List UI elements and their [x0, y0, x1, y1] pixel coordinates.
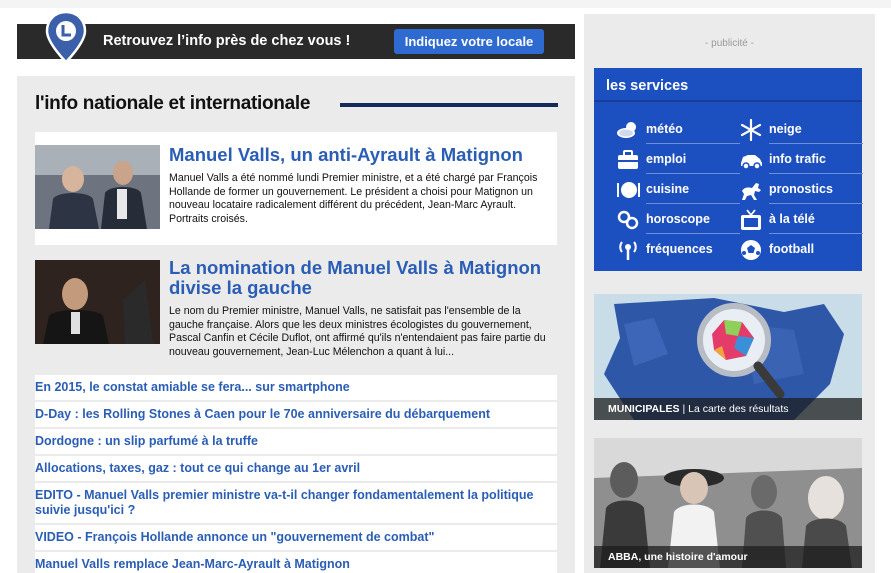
promo-municipales[interactable]: MUNICIPALES | La carte des résultats: [594, 294, 862, 420]
location-pin-icon: [45, 10, 87, 64]
service-divider: [769, 203, 863, 204]
service-divider: [646, 143, 740, 144]
service-pronostics[interactable]: pronostics: [739, 178, 863, 204]
service-neige[interactable]: neige: [739, 118, 863, 144]
locale-banner-text: Retrouvez l’info près de chez vous !: [103, 33, 351, 49]
main-news-panel: l'info nationale et internationale Manue…: [17, 76, 575, 573]
service-divider: [646, 203, 740, 204]
service-divider: [646, 173, 740, 174]
service-info-trafic[interactable]: info trafic: [739, 148, 863, 174]
service-meteo[interactable]: météo: [616, 118, 740, 144]
snowflake-icon: [740, 119, 762, 141]
headline-link[interactable]: Dordogne : un slip parfumé à la truffe: [35, 429, 557, 454]
services-title: les services: [606, 78, 689, 94]
car-icon: [741, 155, 762, 170]
article-title[interactable]: La nomination de Manuel Valls à Matignon…: [169, 258, 549, 298]
set-locale-button[interactable]: Indiquez votre locale: [394, 29, 544, 54]
services-box: les services météo neige emploi info tra…: [594, 68, 863, 271]
article-summary: Manuel Valls a été nommé lundi Premier m…: [169, 172, 538, 225]
promo-caption[interactable]: ABBA, une histoire d'amour: [594, 546, 862, 568]
service-frequences[interactable]: fréquences: [616, 238, 740, 264]
briefcase-icon: [618, 150, 638, 169]
horse-icon: [742, 183, 761, 200]
service-horoscope[interactable]: horoscope: [616, 208, 740, 234]
top-strip: [0, 0, 891, 8]
football-icon: [741, 240, 761, 260]
section-title: l'info nationale et internationale: [35, 93, 311, 114]
locale-banner: Retrouvez l’info près de chez vous ! Ind…: [17, 10, 575, 64]
headline-link[interactable]: Allocations, taxes, gaz : tout ce qui ch…: [35, 456, 557, 481]
service-divider: [769, 143, 863, 144]
cooking-icon: [617, 182, 640, 198]
radio-icon: [619, 241, 637, 260]
service-divider: [769, 173, 863, 174]
zodiac-icon: [617, 210, 639, 230]
article-title[interactable]: Manuel Valls, un anti-Ayrault à Matignon: [169, 145, 549, 165]
promo-abba[interactable]: ABBA, une histoire d'amour: [594, 438, 862, 568]
article-thumbnail[interactable]: [35, 145, 160, 229]
service-divider: [646, 233, 740, 234]
tv-icon: [741, 209, 761, 230]
service-football[interactable]: football: [739, 238, 863, 264]
advertising-label: - publicité -: [705, 38, 754, 49]
article-summary: Le nom du Premier ministre, Manuel Valls…: [169, 305, 546, 358]
service-divider: [769, 233, 863, 234]
service-emploi[interactable]: emploi: [616, 148, 740, 174]
section-title-rule: [340, 103, 558, 107]
headline-list: En 2015, le constat amiable se fera... s…: [35, 375, 557, 573]
headline-link[interactable]: D-Day : les Rolling Stones à Caen pour l…: [35, 402, 557, 427]
sidebar: - publicité - les services météo neige e…: [584, 14, 875, 573]
services-divider: [594, 100, 862, 102]
headline-link[interactable]: EDITO - Manuel Valls premier ministre va…: [35, 483, 557, 523]
article-card[interactable]: Manuel Valls, un anti-Ayrault à Matignon…: [35, 132, 557, 245]
headline-link[interactable]: En 2015, le constat amiable se fera... s…: [35, 375, 557, 400]
weather-icon: [617, 122, 636, 138]
headline-link[interactable]: VIDEO - François Hollande annonce un "go…: [35, 525, 557, 550]
headline-link[interactable]: Manuel Valls remplace Jean-Marc-Ayrault …: [35, 552, 557, 573]
service-tele[interactable]: à la télé: [739, 208, 863, 234]
service-cuisine[interactable]: cuisine: [616, 178, 740, 204]
article-card[interactable]: La nomination de Manuel Valls à Matignon…: [35, 253, 557, 365]
article-thumbnail[interactable]: [35, 260, 160, 344]
promo-caption[interactable]: MUNICIPALES | La carte des résultats: [594, 398, 862, 420]
